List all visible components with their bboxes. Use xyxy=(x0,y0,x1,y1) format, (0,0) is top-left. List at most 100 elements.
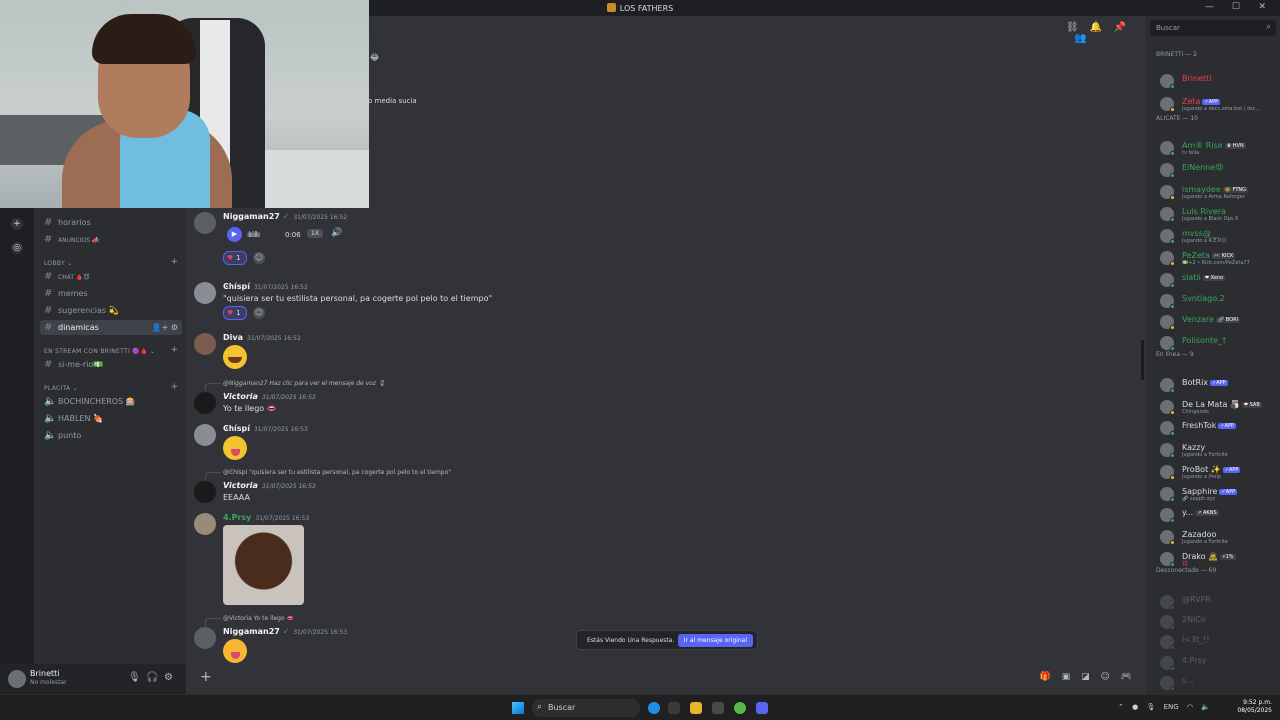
apps-icon[interactable]: 🎮 xyxy=(1121,672,1132,682)
plus-icon[interactable]: + xyxy=(11,218,23,230)
member-item[interactable]: ElNenne😡 xyxy=(1160,162,1278,180)
clock[interactable]: 9:52 p.m. 08/05/2025 xyxy=(1237,699,1272,715)
avatar[interactable] xyxy=(194,333,216,355)
member-item[interactable]: ProBot ✨ ✓APP Jugando a /help xyxy=(1160,464,1278,482)
message-author[interactable]: 4.Prsy 31/07/2025 16:53 xyxy=(223,513,309,522)
message-author[interactable]: Niggaman27 ✓ 31/07/2025 16:52 xyxy=(223,212,347,221)
channel-settings-gear-icon[interactable]: 👤+ ⚙ xyxy=(152,320,178,335)
channel-chat[interactable]: # CHAT 🩸😈 xyxy=(40,269,182,284)
taskbar-search[interactable]: ⌕ Buscar xyxy=(532,699,640,717)
threads-icon[interactable]: ⛓ xyxy=(1066,22,1079,33)
add-reaction-icon[interactable]: ☺ xyxy=(253,307,265,319)
gift-icon[interactable]: 🎁 xyxy=(1040,672,1051,682)
sticker-icon[interactable]: ◪ xyxy=(1081,672,1090,682)
folder-icon[interactable] xyxy=(690,702,702,714)
message-author[interactable]: Ͼհíspí 31/07/2025 16:52 xyxy=(223,282,308,291)
member-item[interactable]: Venzare 🔗 BORI xyxy=(1160,314,1278,332)
member-item[interactable]: Zeta ✓APP Jugando a decs.zeta.bot | dsc... xyxy=(1160,96,1278,114)
maximize-button[interactable]: ☐ xyxy=(1232,2,1240,12)
member-item[interactable]: slatii ❤ Xeno xyxy=(1160,272,1278,290)
chrome-icon[interactable] xyxy=(734,702,746,714)
pin-icon[interactable]: 📌 xyxy=(1114,22,1126,33)
member-item[interactable]: Drako 🧟 ⚡1% 💢 xyxy=(1160,551,1278,569)
steam-icon[interactable] xyxy=(712,702,724,714)
reply-preview[interactable]: @Ͼհíspí "quisiera ser tu estilista perso… xyxy=(223,469,451,476)
category-placita[interactable]: PLACITA ⌄ xyxy=(44,385,78,392)
member-item[interactable]: Zazadoo Jugando a Fortnite xyxy=(1160,529,1278,547)
channel-si-me-rio[interactable]: # si-me-rio💵 xyxy=(40,357,182,372)
member-item[interactable]: ismaydee 🐝 FTNG Jugando a Arma Reforger xyxy=(1160,184,1278,202)
add-channel-plus-icon[interactable]: + xyxy=(170,257,178,267)
member-item[interactable]: Luis Rivera Jugando a Black Ops 6 xyxy=(1160,206,1278,224)
plus-icon[interactable]: + xyxy=(200,669,212,685)
avatar[interactable] xyxy=(194,424,216,446)
search-input[interactable]: Buscar ⌕ xyxy=(1150,20,1276,36)
member-item[interactable]: PeZeta 🎮 KICK 💵+2 • Kick.com/PeZeta77 xyxy=(1160,250,1278,268)
members-icon[interactable]: 👥 xyxy=(1074,33,1086,44)
member-item[interactable]: Brinetti xyxy=(1160,73,1278,91)
member-item[interactable]: Svntiago.2 xyxy=(1160,293,1278,311)
avatar[interactable] xyxy=(194,282,216,304)
channel-dinamicas[interactable]: # dinamicas 👤+ ⚙ xyxy=(40,320,182,335)
voice-channel-hablen[interactable]: 🔈 HABLEN 🍖 xyxy=(40,411,182,426)
member-item[interactable]: l<3t_!! xyxy=(1160,634,1278,652)
category-lobby[interactable]: LOBBY ⌄ xyxy=(44,260,72,267)
member-item[interactable]: De La Mata 🎳 ❤ SAB Chingando xyxy=(1160,399,1278,417)
member-item[interactable]: 4.Prsy xyxy=(1160,655,1278,673)
add-reaction-icon[interactable]: ☺ xyxy=(253,252,265,264)
windows-start-icon[interactable] xyxy=(512,702,524,714)
wifi-icon[interactable]: ◠ xyxy=(1187,703,1193,711)
member-item[interactable]: BotRix ✓APP xyxy=(1160,377,1278,395)
member-item[interactable]: mvss@__ Jugando a R.E.P.O. xyxy=(1160,228,1278,246)
language-indicator[interactable]: ENG xyxy=(1164,703,1179,711)
avatar[interactable] xyxy=(194,212,216,234)
tray-app-icon[interactable]: ● xyxy=(1132,703,1138,711)
channel-memes[interactable]: # memes xyxy=(40,286,182,301)
member-item[interactable]: @RVPR xyxy=(1160,594,1278,612)
member-item[interactable]: s... xyxy=(1160,675,1278,693)
minimize-button[interactable]: — xyxy=(1205,2,1214,12)
member-item[interactable]: FreshTok ✓APP xyxy=(1160,420,1278,438)
microphone-icon[interactable]: 🎙 xyxy=(1146,703,1155,711)
image-attachment[interactable] xyxy=(223,525,304,605)
reaction-heart[interactable]: ♥ 1 xyxy=(223,306,247,320)
message-author[interactable]: Victoria 31/07/2025 16:53 xyxy=(223,392,316,401)
voice-channel-bochincheros[interactable]: 🔈 BOCHINCHEROS 🎰 xyxy=(40,394,182,409)
chevron-up-icon[interactable]: ⌃ xyxy=(1118,703,1124,711)
avatar[interactable] xyxy=(194,392,216,414)
message-author[interactable]: Niggaman27 ✓ 31/07/2025 16:53 xyxy=(223,627,347,636)
avatar[interactable] xyxy=(8,670,26,688)
compass-icon[interactable]: ◎ xyxy=(11,242,23,254)
add-channel-plus-icon[interactable]: + xyxy=(170,382,178,392)
member-item[interactable]: y... ↗ AKNS xyxy=(1160,507,1278,525)
edge-icon[interactable] xyxy=(648,702,660,714)
avatar[interactable] xyxy=(194,513,216,535)
channel-sugerencias[interactable]: # sugerencias 💫 xyxy=(40,303,182,318)
channel-anuncios[interactable]: # ANUNCIOS 📣 xyxy=(40,232,182,247)
emoji-icon[interactable]: ☺ xyxy=(1101,672,1110,682)
avatar[interactable] xyxy=(194,627,216,649)
headphones-icon[interactable]: 🎧 xyxy=(146,672,158,683)
member-item[interactable]: Polisonte_† xyxy=(1160,335,1278,353)
chat-scrollbar[interactable] xyxy=(1141,340,1144,380)
volume-icon[interactable]: 🔊 xyxy=(331,228,342,238)
category-stream[interactable]: EN STREAM CON BRINETTI 🟣🩸 ⌄ xyxy=(44,348,155,355)
message-author[interactable]: Diva 31/07/2025 16:52 xyxy=(223,333,301,342)
member-item[interactable]: Sapphire ✓APP 🔗 sapph.xyz xyxy=(1160,486,1278,504)
volume-icon[interactable]: 🔈 xyxy=(1201,703,1210,711)
member-item[interactable]: Kazzy Jugando a Fortnite xyxy=(1160,442,1278,460)
gif-icon[interactable]: ▣ xyxy=(1062,672,1071,682)
avatar[interactable] xyxy=(194,481,216,503)
store-icon[interactable] xyxy=(668,702,680,714)
channel-horarios[interactable]: # horarios xyxy=(40,215,182,230)
microphone-icon[interactable]: 🎙 xyxy=(128,672,141,683)
message-author[interactable]: Ͼհíspí 31/07/2025 16:53 xyxy=(223,424,308,433)
member-item[interactable]: 2NiCo xyxy=(1160,614,1278,632)
bell-icon[interactable]: 🔔 xyxy=(1090,22,1102,33)
message-author[interactable]: Victoria 31/07/2025 16:53 xyxy=(223,481,316,490)
playback-speed-button[interactable]: 1X xyxy=(307,229,323,238)
waveform[interactable]: ılıılıllıı xyxy=(247,230,260,239)
jump-to-original-button[interactable]: Ir al mensaje original xyxy=(677,634,753,647)
discord-icon[interactable] xyxy=(756,702,768,714)
member-item[interactable]: Am® Rise ♛ HVN tv fella xyxy=(1160,140,1278,158)
